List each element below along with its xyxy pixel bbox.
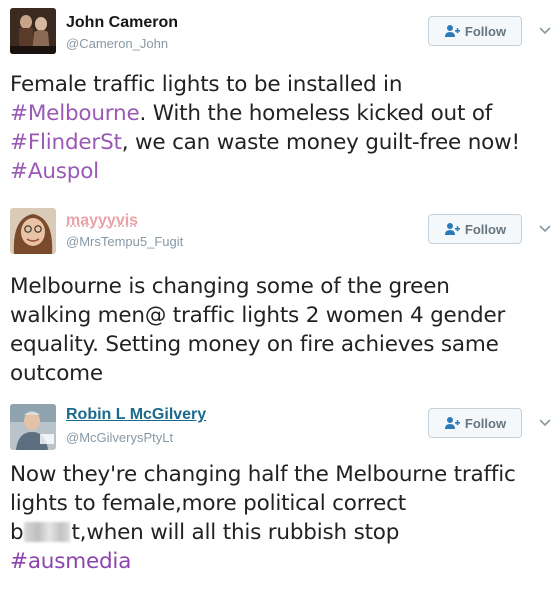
tweet-text-line: outcome — [10, 361, 103, 386]
tweet-text-segment: , we can waste money guilt-free now! — [121, 130, 520, 155]
tweet-text-line: Now they're changing half the Melbourne … — [10, 462, 516, 487]
tweet-text-line: #ausmedia — [10, 547, 556, 576]
chevron-down-icon[interactable] — [538, 222, 552, 236]
follow-label: Follow — [464, 23, 507, 39]
tweet-text-line: #Melbourne. With the homeless kicked out… — [10, 99, 556, 128]
avatar[interactable] — [10, 208, 56, 254]
tweet: John Cameron @Cameron_John Follow Female… — [0, 0, 560, 200]
tweet-text: Female traffic lights to be installed in… — [10, 70, 556, 186]
tweet-text: Now they're changing half the Melbourne … — [10, 460, 556, 576]
follow-button[interactable]: Follow — [428, 408, 522, 438]
follow-button[interactable]: Follow — [428, 16, 522, 46]
tweet-text-segment: b — [10, 520, 24, 545]
hashtag-link[interactable]: #Auspol — [10, 159, 99, 184]
tweet-text-line: equality. Setting money on fire achieves… — [10, 332, 499, 357]
tweet-text-line: Female traffic lights to be installed in — [10, 72, 403, 97]
tweet-text-line: walking men@ traffic lights 2 women 4 ge… — [10, 303, 506, 328]
follow-label: Follow — [464, 415, 507, 431]
user-handle[interactable]: @McGilverysPtyLt — [66, 430, 173, 445]
chevron-down-icon[interactable] — [538, 24, 552, 38]
hashtag-link[interactable]: #ausmedia — [10, 549, 131, 574]
tweet-text-line: #Auspol — [10, 157, 556, 186]
avatar[interactable] — [10, 404, 56, 450]
user-handle[interactable]: @Cameron_John — [66, 36, 168, 51]
follow-button[interactable]: Follow — [428, 214, 522, 244]
tweet-text: Melbourne is changing some of the green … — [10, 272, 556, 388]
user-handle[interactable]: @MrsTempu5_Fugit — [66, 234, 183, 249]
follow-label: Follow — [464, 221, 507, 237]
follow-person-icon — [444, 222, 460, 236]
follow-person-icon — [444, 24, 460, 38]
tweet-feed: John Cameron @Cameron_John Follow Female… — [0, 0, 560, 589]
hashtag-link[interactable]: #FlinderSt — [10, 130, 122, 155]
censor-blur — [24, 522, 71, 542]
display-name[interactable]: Robin L McGilvery — [66, 406, 206, 424]
follow-person-icon — [444, 416, 460, 430]
tweet-text-line: #FlinderSt, we can waste money guilt-fre… — [10, 128, 556, 157]
display-name[interactable]: mayyyvis — [66, 212, 138, 230]
tweet-text-line: b t,when will all this rubbish stop — [10, 518, 556, 547]
display-name[interactable]: John Cameron — [66, 14, 178, 32]
avatar[interactable] — [10, 8, 56, 54]
tweet-text-segment: . With the homeless kicked out of — [139, 101, 493, 126]
tweet-text-line: Melbourne is changing some of the green — [10, 274, 450, 299]
hashtag-link[interactable]: #Melbourne — [10, 101, 140, 126]
chevron-down-icon[interactable] — [538, 416, 552, 430]
tweet-text-line: lights to female,more political correct — [10, 491, 407, 516]
tweet: mayyyvis @MrsTempu5_Fugit Follow Melbour… — [0, 200, 560, 396]
tweet-text-segment: t,when will all this rubbish stop — [71, 520, 400, 545]
tweet: Robin L McGilvery @McGilverysPtyLt Follo… — [0, 396, 560, 589]
